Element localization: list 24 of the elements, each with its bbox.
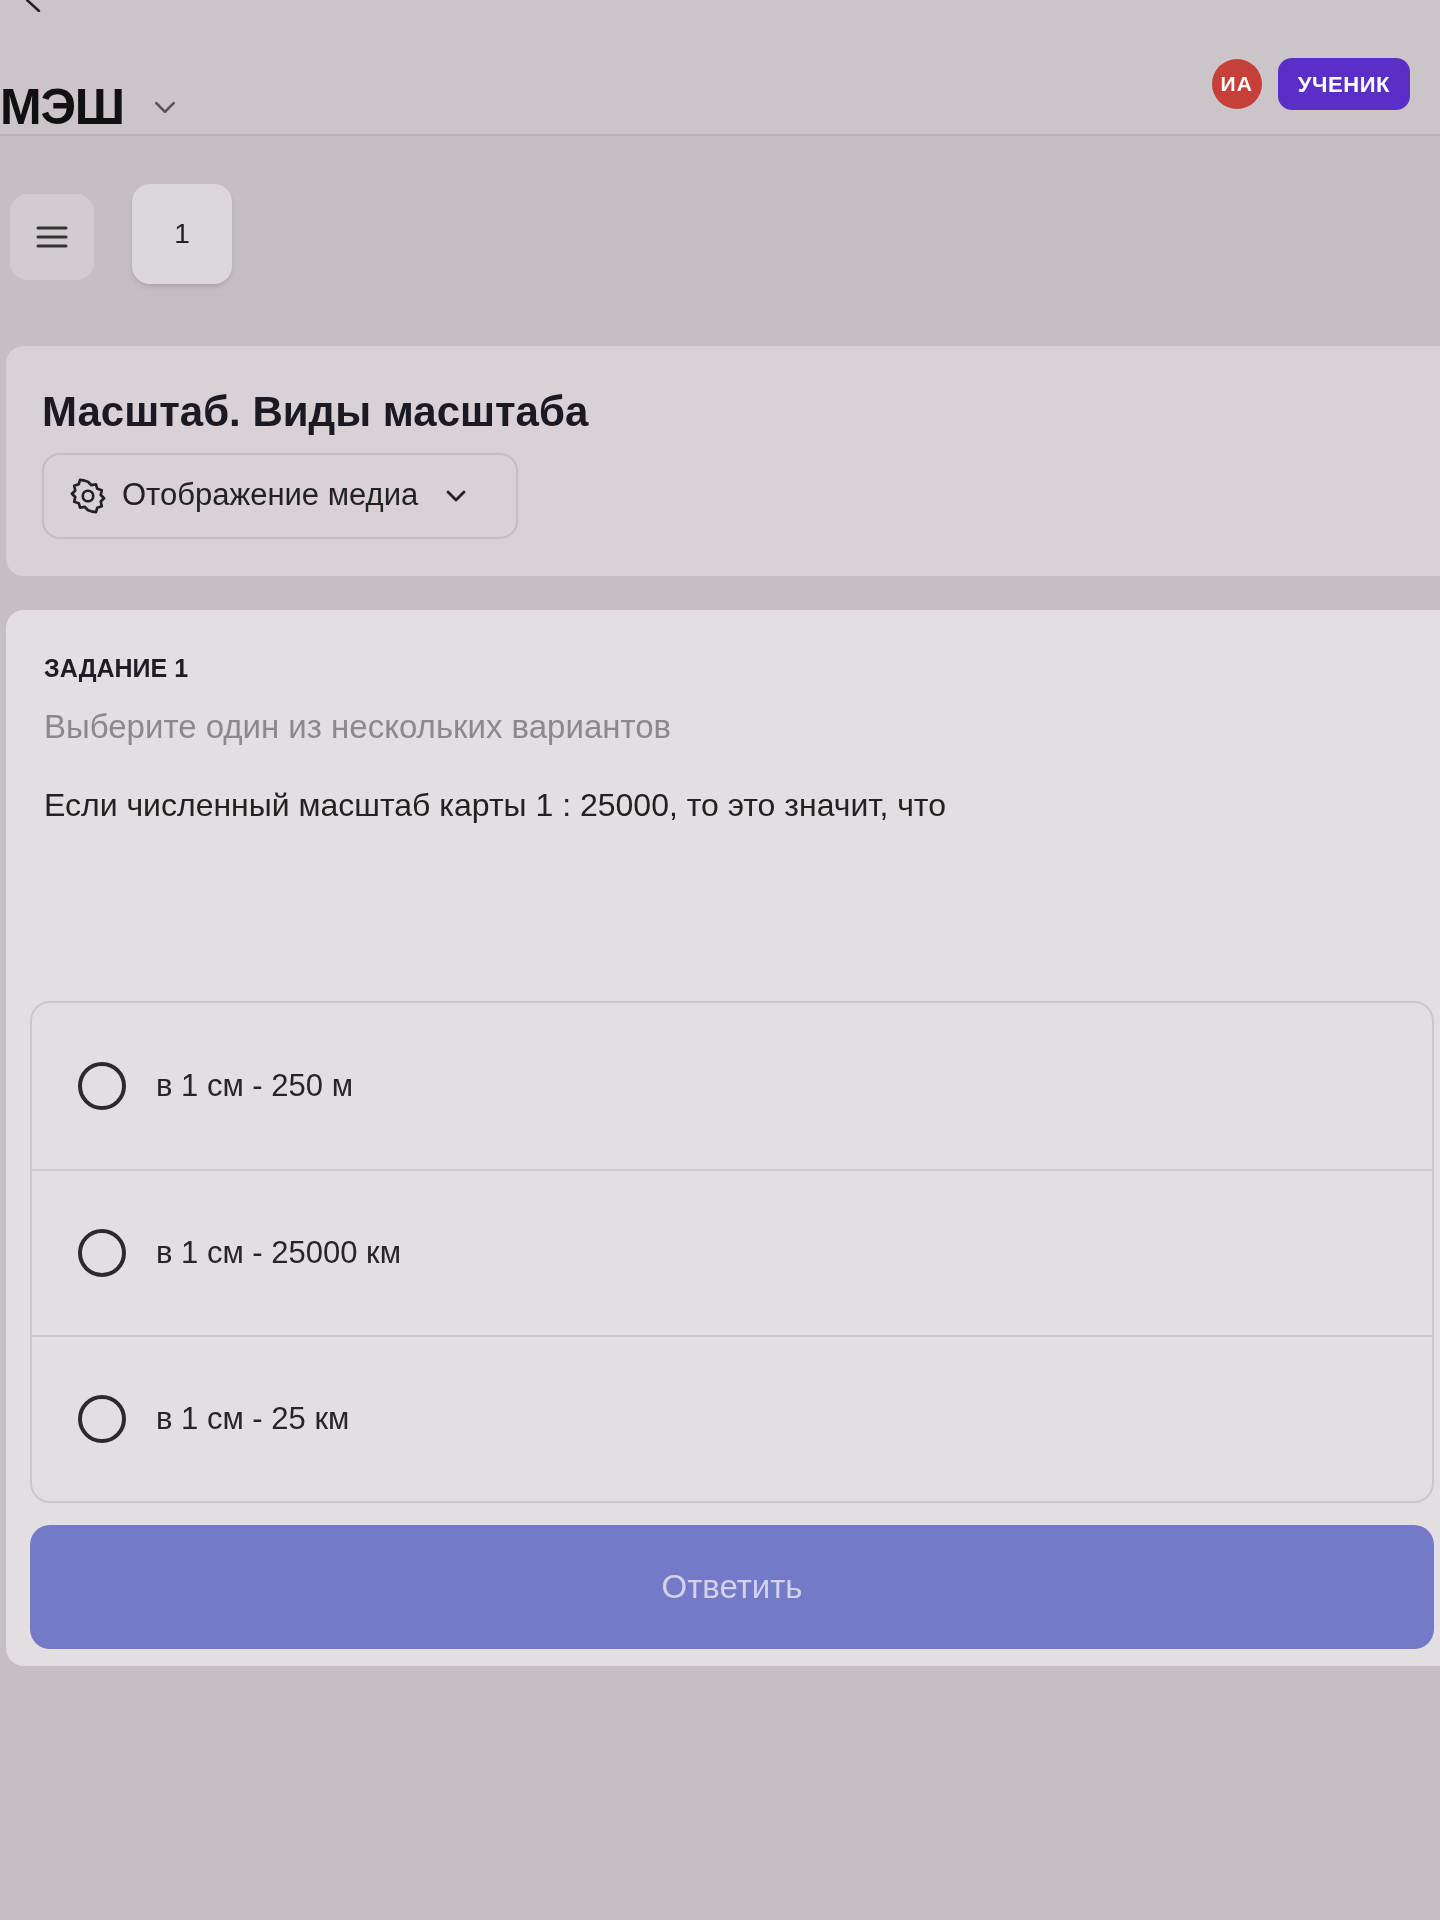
user-avatar[interactable]: ИА — [1211, 59, 1262, 109]
radio-button[interactable] — [78, 1229, 126, 1277]
back-chevron-icon[interactable] — [26, 0, 42, 12]
answer-option[interactable]: в 1 см - 25 км — [32, 1335, 1432, 1501]
task-instruction: Выберите один из нескольких вариантов — [44, 706, 673, 747]
chevron-down-icon[interactable] — [153, 100, 176, 114]
media-display-dropdown[interactable]: Отображение медиа — [42, 452, 518, 539]
option-label: в 1 см - 25 км — [156, 1399, 350, 1438]
answer-option[interactable]: в 1 см - 25000 км — [32, 1169, 1432, 1335]
settings-icon — [70, 477, 106, 514]
menu-button[interactable] — [10, 194, 94, 280]
question-text: Если численный масштаб карты 1 : 25000, то это значит, что — [44, 786, 947, 825]
lesson-title: Масштаб. Виды масштаба — [42, 387, 590, 437]
radio-button[interactable] — [78, 1062, 126, 1110]
chevron-down-icon — [446, 489, 467, 502]
task-heading: ЗАДАНИЕ 1 — [44, 653, 190, 684]
option-label: в 1 см - 25000 км — [156, 1233, 401, 1272]
role-badge: УЧЕНИК — [1277, 58, 1410, 110]
logo-text: МЭШ — [0, 82, 124, 132]
menu-icon[interactable] — [36, 225, 68, 249]
answer-option[interactable]: в 1 см - 250 м — [32, 1003, 1432, 1169]
task-number-button[interactable]: 1 — [132, 184, 232, 284]
option-label: в 1 см - 250 м — [156, 1066, 353, 1105]
radio-button[interactable] — [78, 1395, 126, 1443]
